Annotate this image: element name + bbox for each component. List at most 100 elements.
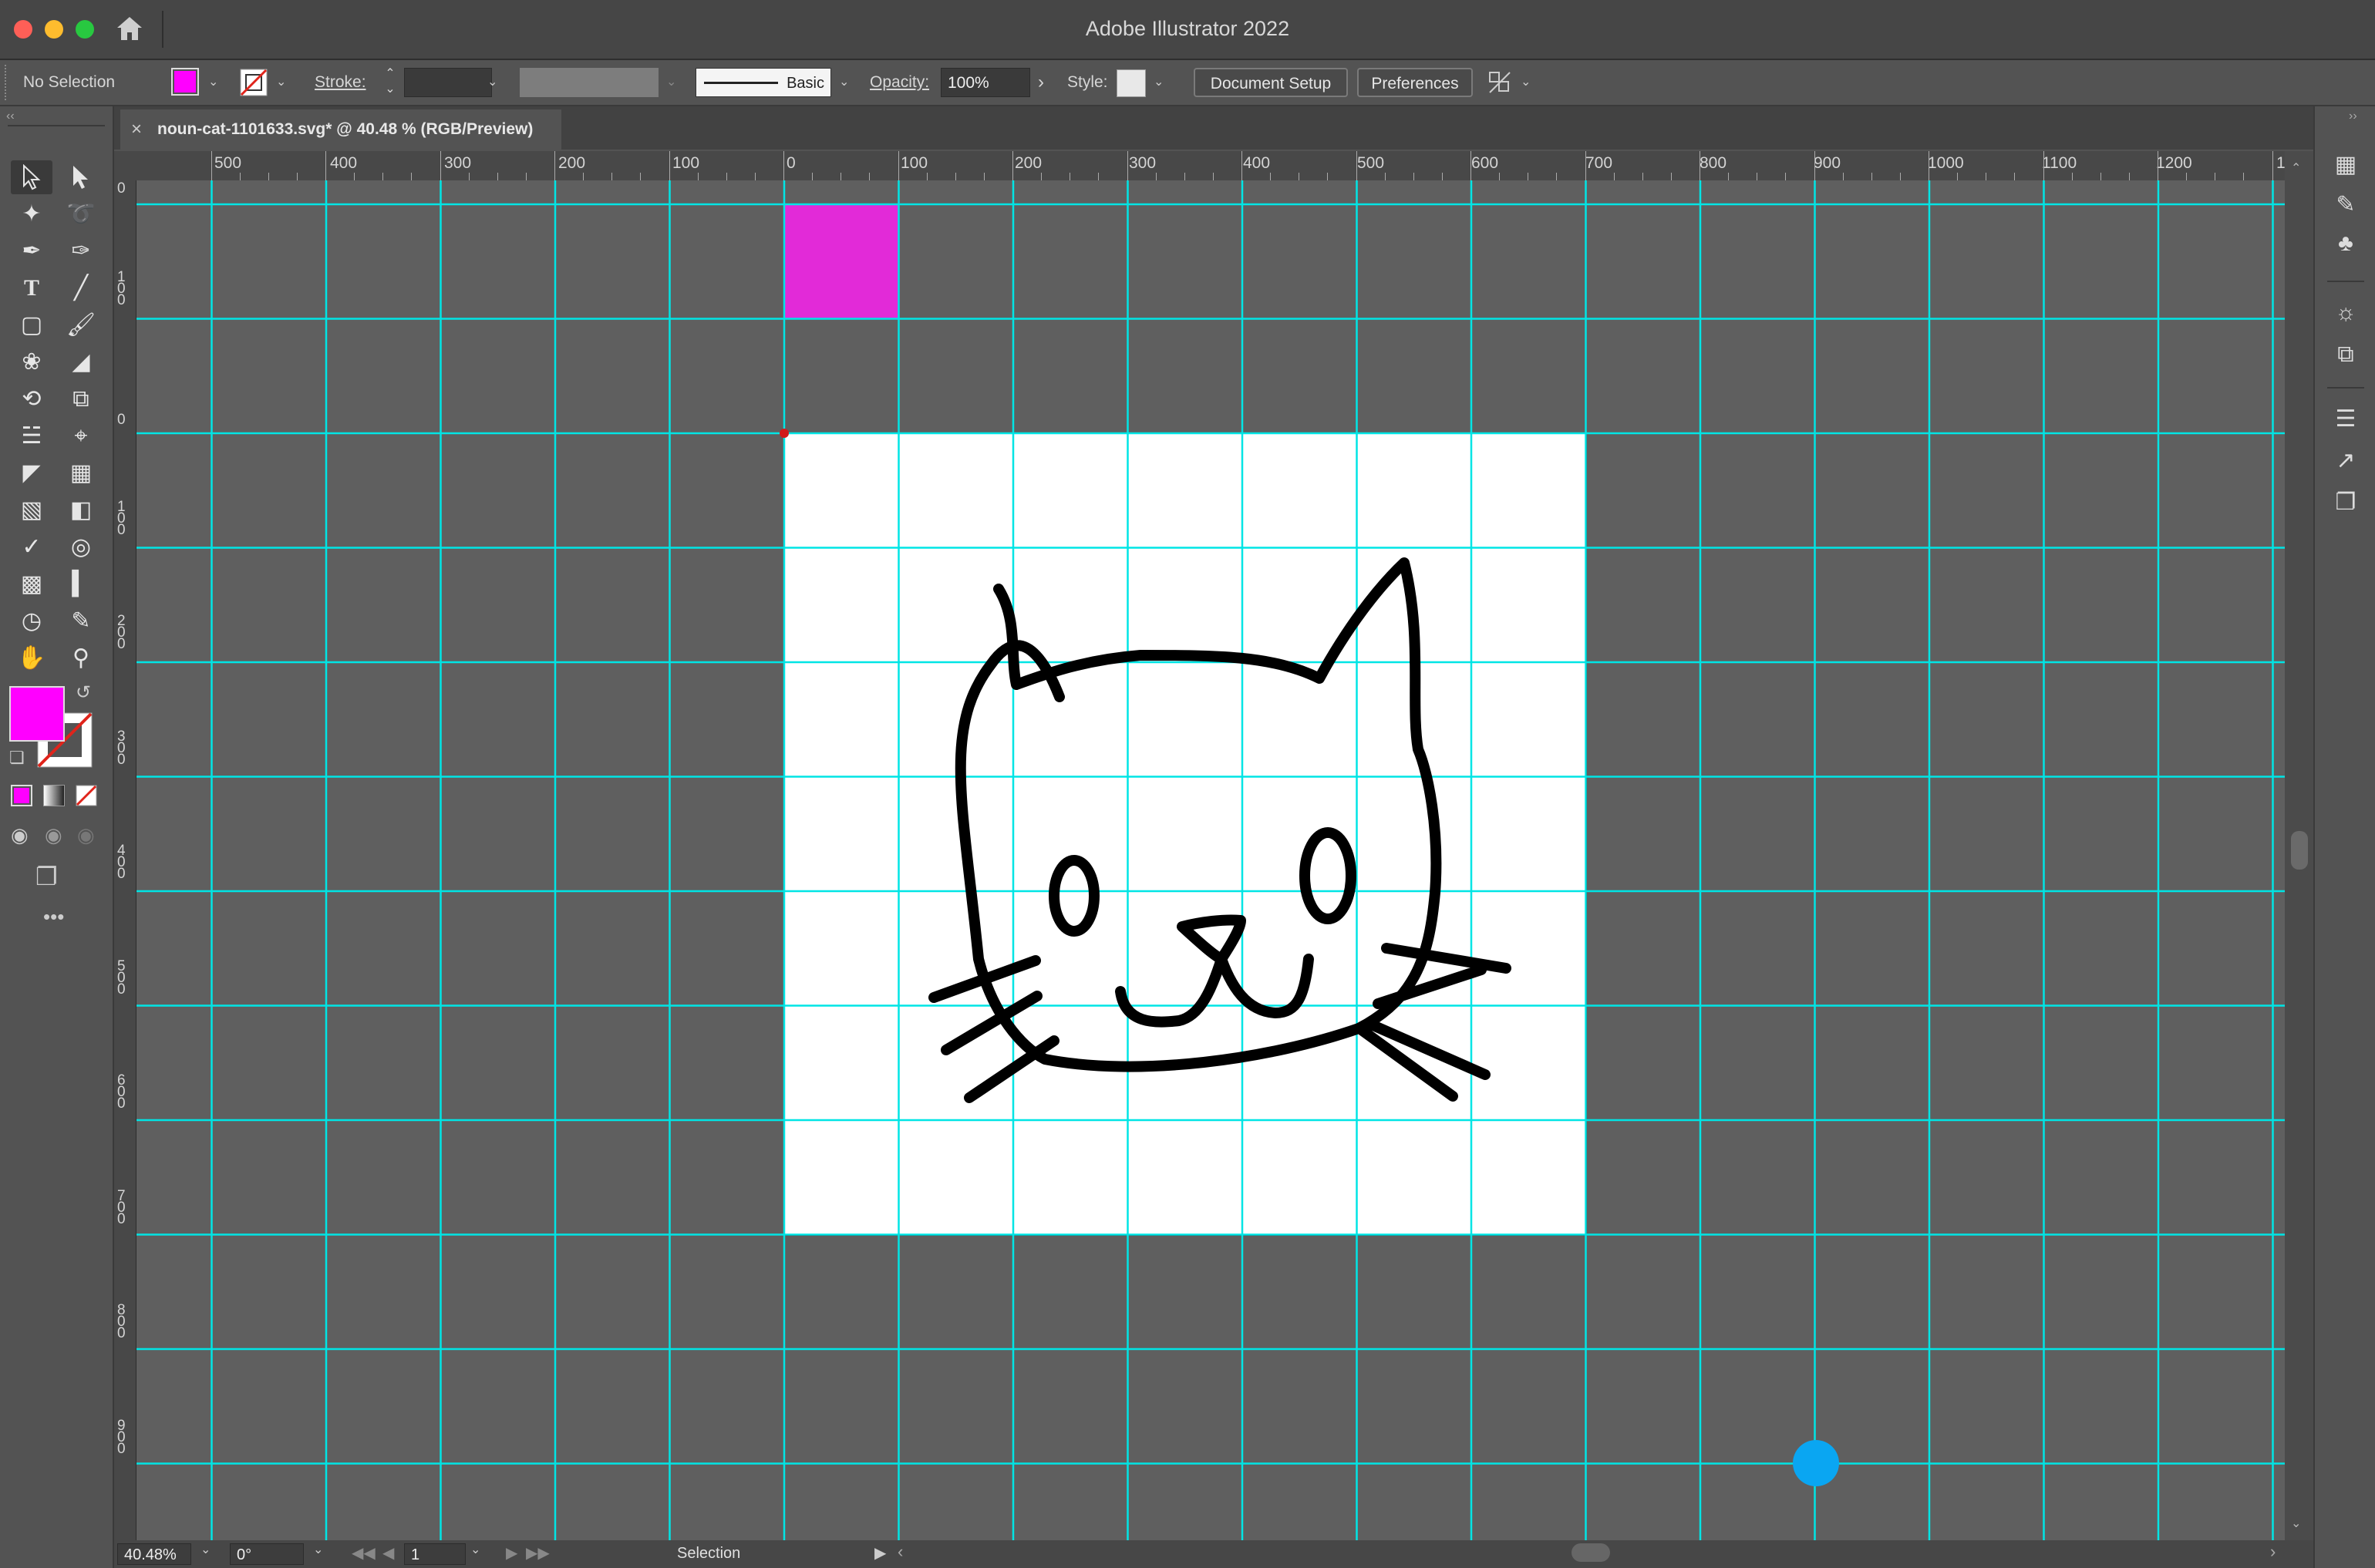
scroll-down-icon[interactable]: ⌄ <box>2291 1516 2301 1531</box>
fill-swatch[interactable] <box>171 68 199 96</box>
graphic-style-swatch[interactable] <box>1117 69 1146 97</box>
gradient-mode-button[interactable] <box>43 785 65 806</box>
status-menu-arrow-icon[interactable]: ▶ <box>874 1543 886 1563</box>
previous-artboard-icon[interactable]: ◀ <box>382 1543 394 1563</box>
stroke-weight-chevron-icon[interactable]: ⌄ <box>487 68 497 97</box>
brush-definition[interactable]: Basic <box>696 68 831 97</box>
ruler-origin[interactable] <box>114 151 136 180</box>
fill-dropdown-chevron-icon[interactable]: ⌄ <box>208 68 218 97</box>
collapse-panel-icon[interactable]: ‹‹ <box>6 109 15 123</box>
perspective-grid-tool-icon[interactable]: ▦ <box>60 456 102 490</box>
artboard-chevron-icon[interactable]: ⌄ <box>470 1542 480 1557</box>
zoom-field[interactable]: 40.48% <box>117 1543 191 1565</box>
asset-export-icon[interactable]: ↗ <box>2330 446 2361 476</box>
rectangle-tool-icon[interactable]: ▢ <box>11 308 52 342</box>
draw-normal-icon[interactable]: ◉ <box>11 823 29 847</box>
arrange-documents-icon[interactable] <box>1487 69 1513 99</box>
magenta-square[interactable] <box>784 205 898 319</box>
zoom-tool-icon[interactable]: ⚲ <box>60 641 102 675</box>
symbol-sprayer-tool-icon[interactable]: ▩ <box>11 567 52 601</box>
vertical-scroll-thumb[interactable] <box>2291 831 2308 870</box>
vruler-label: 400 <box>117 843 126 882</box>
first-artboard-icon[interactable]: ◀◀ <box>352 1543 376 1563</box>
curvature-tool-icon[interactable]: ✑ <box>60 234 102 268</box>
profile-chevron-icon[interactable]: ⌄ <box>666 68 676 97</box>
libraries-icon[interactable]: ▦ <box>2330 150 2361 180</box>
blend-tool-icon[interactable]: ◎ <box>60 530 102 564</box>
artboard-tool-icon[interactable]: ◷ <box>11 604 52 638</box>
appearance-icon[interactable]: ☼ <box>2330 298 2361 328</box>
swap-fill-stroke-icon[interactable]: ↺ <box>76 681 91 704</box>
vertical-ruler[interactable]: 0 100 0 100 200 300 400 500 600 700 800 … <box>114 180 136 1540</box>
magic-wand-tool-icon[interactable]: ✦ <box>11 197 52 231</box>
artboard[interactable] <box>783 432 1587 1236</box>
next-artboard-icon[interactable]: ▶ <box>506 1543 517 1563</box>
opacity-label[interactable]: Opacity: <box>870 68 929 97</box>
preferences-button[interactable]: Preferences <box>1357 68 1473 97</box>
rotation-chevron-icon[interactable]: ⌄ <box>313 1542 323 1557</box>
artboards-icon[interactable]: ❐ <box>2330 487 2361 518</box>
hruler-tick <box>812 173 814 180</box>
opacity-field[interactable]: 100% <box>941 68 1030 97</box>
scroll-left-icon[interactable]: ‹ <box>898 1542 903 1562</box>
zoom-chevron-icon[interactable]: ⌄ <box>200 1542 211 1557</box>
gradient-tool-icon[interactable]: ◧ <box>60 493 102 527</box>
close-tab-icon[interactable]: × <box>131 109 142 150</box>
column-graph-tool-icon[interactable]: ▍ <box>60 567 102 601</box>
shape-builder-tool-icon[interactable]: ◤ <box>11 456 52 490</box>
document-tab[interactable]: × noun-cat-1101633.svg* @ 40.48 % (RGB/P… <box>120 109 561 150</box>
last-artboard-icon[interactable]: ▶▶ <box>526 1543 550 1563</box>
brush-chevron-icon[interactable]: ⌄ <box>839 68 849 97</box>
line-segment-tool-icon[interactable]: ╱ <box>60 271 102 305</box>
rotate-tool-icon[interactable]: ⟲ <box>11 382 52 416</box>
draw-behind-icon[interactable]: ◉ <box>45 823 62 847</box>
paintbrush-tool-icon[interactable]: 🖌 <box>60 308 102 342</box>
shaper-tool-icon[interactable]: ❀ <box>11 345 52 379</box>
brushes-icon[interactable]: ✎ <box>2330 190 2361 220</box>
canvas-drawing[interactable] <box>136 180 2285 1540</box>
arrange-chevron-icon[interactable]: ⌄ <box>1521 68 1531 97</box>
expand-panels-icon[interactable]: ›› <box>2349 109 2357 123</box>
none-mode-icon[interactable] <box>76 785 97 806</box>
scroll-right-icon[interactable]: › <box>2270 1542 2276 1562</box>
variable-width-profile[interactable] <box>520 68 659 97</box>
stroke-label[interactable]: Stroke: <box>315 68 366 97</box>
selection-tool-icon[interactable] <box>11 160 52 194</box>
layers-icon[interactable]: ☰ <box>2330 404 2361 435</box>
slice-tool-icon[interactable]: ✎ <box>60 604 102 638</box>
lasso-tool-icon[interactable]: ➰ <box>60 197 102 231</box>
default-fill-stroke-icon[interactable]: ❏ <box>9 748 25 768</box>
horizontal-scroll-thumb[interactable] <box>1572 1543 1610 1562</box>
direct-selection-tool-icon[interactable] <box>60 160 102 194</box>
hand-tool-icon[interactable]: ✋ <box>11 641 52 675</box>
scroll-up-icon[interactable]: ⌃ <box>2291 160 2301 176</box>
canvas-pasteboard[interactable] <box>136 180 2285 1540</box>
document-setup-button[interactable]: Document Setup <box>1194 68 1348 97</box>
rotation-field[interactable]: 0° <box>230 1543 304 1565</box>
symbols-icon[interactable]: ♣ <box>2330 228 2361 259</box>
free-transform-tool-icon[interactable]: ⌖ <box>60 419 102 453</box>
screen-mode-icon[interactable]: ❐ <box>35 862 58 891</box>
pen-tool-icon[interactable]: ✒ <box>11 234 52 268</box>
transform-icon[interactable]: ⧉ <box>2330 339 2361 370</box>
edit-toolbar-icon[interactable]: ••• <box>43 905 64 929</box>
artboard-number-field[interactable]: 1 <box>404 1543 466 1565</box>
eraser-tool-icon[interactable]: ◢ <box>60 345 102 379</box>
stroke-stepper[interactable]: ⌃ ⌄ <box>381 66 399 99</box>
style-chevron-icon[interactable]: ⌄ <box>1154 68 1164 97</box>
warp-tool-icon[interactable]: ☱ <box>11 419 52 453</box>
control-bar-grip[interactable] <box>5 65 11 100</box>
horizontal-ruler[interactable]: 500 400 300 200 100 0 100 200 300 400 50… <box>136 151 2295 181</box>
type-tool-icon[interactable]: T <box>11 271 52 305</box>
stroke-dropdown-chevron-icon[interactable]: ⌄ <box>276 68 286 97</box>
fill-color-box[interactable] <box>9 686 65 742</box>
stroke-none-swatch-icon[interactable] <box>239 68 268 97</box>
eyedropper-tool-icon[interactable]: ✓ <box>11 530 52 564</box>
opacity-arrow-icon[interactable]: › <box>1038 68 1044 97</box>
vertical-scrollbar[interactable]: ⌃ ⌄ <box>2285 151 2313 1540</box>
color-mode-button[interactable] <box>11 785 32 806</box>
draw-inside-icon[interactable]: ◉ <box>77 823 95 847</box>
scale-tool-icon[interactable]: ⧉ <box>60 382 102 416</box>
mesh-tool-icon[interactable]: ▧ <box>11 493 52 527</box>
stroke-weight-field[interactable] <box>404 68 492 97</box>
